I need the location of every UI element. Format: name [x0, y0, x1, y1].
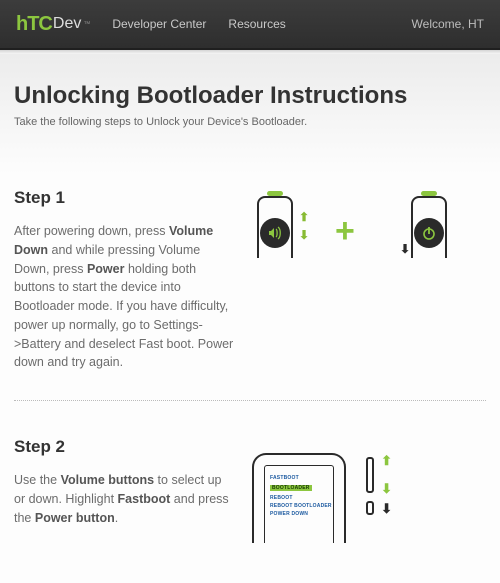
arrow-down-icon: ⬇: [299, 228, 309, 242]
page-subtitle: Take the following steps to Unlock your …: [14, 116, 486, 128]
nav-resources[interactable]: Resources: [228, 17, 285, 31]
htc-dev-logo[interactable]: hTC Dev ™: [16, 13, 90, 36]
logo-brand: hTC: [16, 13, 52, 36]
nav-developer-center[interactable]: Developer Center: [112, 17, 206, 31]
screen-line-reboot: REBOOT: [270, 495, 293, 501]
step-2: Step 2 Use the Volume buttons to select …: [14, 437, 486, 543]
top-nav-bar: hTC Dev ™ Developer Center Resources Wel…: [0, 0, 500, 50]
arrow-up-icon: ⬆: [381, 453, 392, 469]
screen-line-reboot-bootloader: REBOOT BOOTLOADER: [270, 503, 332, 509]
screen-line-power-down: POWER DOWN: [270, 511, 308, 517]
screen-line-bootloader: BOOTLOADER: [270, 485, 312, 491]
phone-face-outline: [252, 453, 346, 543]
step-1-text: Step 1 After powering down, press Volume…: [14, 188, 234, 372]
volume-icon: [260, 218, 290, 248]
welcome-text: Welcome, HT: [412, 17, 484, 31]
plus-icon: +: [335, 212, 355, 251]
arrow-up-icon: ⬆: [299, 210, 309, 224]
step-2-heading: Step 2: [14, 437, 234, 457]
arrow-down-icon: ⬇: [381, 481, 392, 497]
page-content: Unlocking Bootloader Instructions Take t…: [0, 54, 500, 583]
step-separator: [14, 400, 486, 401]
logo-tm: ™: [83, 21, 90, 28]
step-2-illustration: FASTBOOT BOOTLOADER REBOOT REBOOT BOOTLO…: [252, 437, 452, 543]
power-button-icon: [366, 501, 374, 515]
logo-sub: Dev: [53, 15, 81, 33]
step-1-body: After powering down, press Volume Down a…: [14, 222, 234, 372]
step-1-illustration: ⬆ ⬇ + ⬇: [252, 188, 452, 372]
arrow-down-icon: ⬇: [381, 501, 392, 517]
step-1: Step 1 After powering down, press Volume…: [14, 188, 486, 372]
step-2-body: Use the Volume buttons to select up or d…: [14, 471, 234, 527]
step-1-heading: Step 1: [14, 188, 234, 208]
volume-rocker-icon: [366, 457, 374, 493]
page-title: Unlocking Bootloader Instructions: [14, 82, 486, 110]
arrow-down-icon: ⬇: [400, 242, 410, 256]
nav-links: Developer Center Resources: [112, 17, 411, 31]
screen-line-fastboot: FASTBOOT: [270, 475, 299, 481]
power-icon: [414, 218, 444, 248]
step-2-text: Step 2 Use the Volume buttons to select …: [14, 437, 234, 543]
